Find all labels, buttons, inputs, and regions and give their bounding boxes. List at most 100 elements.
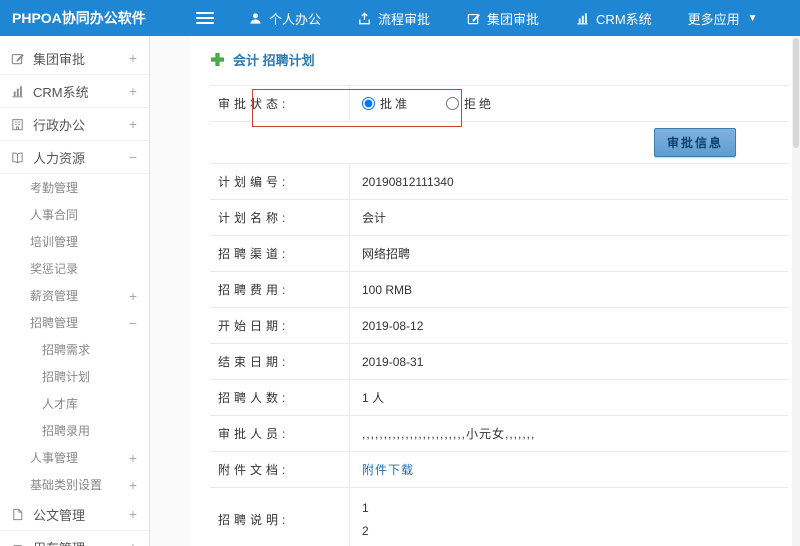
field-row-recruit-cost: 招聘费用: 100 RMB [210, 272, 788, 308]
expand-icon: + [128, 506, 137, 522]
field-row-end-date: 结束日期: 2019-08-31 [210, 344, 788, 380]
expand-icon: − [128, 314, 137, 331]
button-row: 审批信息 [210, 122, 788, 164]
nav-label: CRM系统 [596, 11, 652, 27]
expand-icon: + [128, 449, 137, 466]
edit-icon [466, 11, 481, 26]
nav-item-workflow-approval[interactable]: 流程审批 [357, 9, 430, 28]
expand-icon: + [128, 83, 137, 99]
sidebar-item-contracts[interactable]: 人事合同 [0, 201, 149, 228]
nav-item-personal-office[interactable]: 个人办公 [248, 9, 321, 28]
sidebar-item-base-categories[interactable]: 基础类别设置 + [0, 471, 149, 498]
top-navigation: 个人办公 流程审批 集团审批 CRM系统 更多应用 ▼ [248, 9, 758, 28]
sidebar-item-label: 招聘需求 [42, 343, 91, 357]
field-row-headcount: 招聘人数: 1 人 [210, 380, 788, 416]
sidebar-item-label: CRM系统 [33, 84, 89, 100]
field-value: 20190812111340 [362, 174, 454, 189]
field-label: 审批人员: [210, 416, 350, 451]
field-value: ,,,,,,,,,,,,,,,,,,,,,,,,小元女,,,,,,, [362, 427, 536, 441]
expand-icon: + [128, 50, 137, 66]
field-row-start-date: 开始日期: 2019-08-12 [210, 308, 788, 344]
sidebar-item-label: 招聘录用 [42, 424, 91, 438]
sidebar-item-recruit-plan[interactable]: 招聘计划 [0, 363, 149, 390]
sidebar-item-label: 公文管理 [33, 507, 86, 523]
expand-icon: − [128, 149, 137, 165]
menu-icon[interactable] [196, 9, 214, 27]
description-line: 2 [362, 523, 369, 538]
building-icon [10, 117, 25, 132]
radio-option-reject[interactable]: 拒绝 [446, 95, 494, 112]
sidebar-item-label: 考勤管理 [30, 181, 79, 195]
chart-icon [10, 84, 25, 99]
sidebar-item-talent-pool[interactable]: 人才库 [0, 390, 149, 417]
field-value: 会计 [362, 211, 387, 225]
sidebar-item-label: 集团审批 [33, 51, 86, 67]
caret-down-icon: ▼ [747, 12, 758, 24]
vertical-scrollbar[interactable] [792, 36, 800, 546]
sidebar-item-label: 用车管理 [33, 538, 85, 546]
field-value: 100 RMB [362, 282, 413, 297]
reject-radio[interactable] [446, 97, 460, 110]
sidebar-item-label: 奖惩记录 [30, 262, 79, 276]
field-label: 结束日期: [210, 344, 350, 379]
field-label: 计划名称: [210, 200, 350, 235]
edit-icon [10, 51, 25, 66]
sidebar-item-recruit-mgmt[interactable]: 招聘管理 − [0, 309, 149, 336]
field-label: 招聘说明: [210, 488, 350, 546]
approval-radio-group: 批准 拒绝 [362, 95, 494, 112]
sidebar-item-personnel[interactable]: 人事管理 + [0, 444, 149, 471]
main-area: 会计 招聘计划 审批状态: 批准 拒绝 审批信息 计划编号: 201908121… [150, 36, 800, 546]
sidebar-item-admin-office[interactable]: 行政办公 + [0, 108, 149, 141]
field-label: 开始日期: [210, 308, 350, 343]
doc-icon [10, 507, 25, 522]
sidebar-item-training[interactable]: 培训管理 [0, 228, 149, 255]
sidebar-item-hr[interactable]: 人力资源 − [0, 141, 149, 174]
content-panel: 会计 招聘计划 审批状态: 批准 拒绝 审批信息 计划编号: 201908121… [190, 36, 800, 546]
sidebar-item-label: 薪资管理 [30, 289, 79, 303]
sidebar: 集团审批 + CRM系统 + 行政办公 + 人力资源 − 考勤管理 人事合同 培… [0, 36, 150, 546]
field-value: 网络招聘 [362, 247, 411, 261]
field-label: 招聘费用: [210, 272, 350, 307]
field-value: 1 2 [350, 488, 788, 546]
sidebar-item-label: 培训管理 [30, 235, 79, 249]
attachment-download-link[interactable]: 附件下载 [362, 461, 414, 478]
nav-label: 流程审批 [378, 11, 431, 27]
breadcrumb: 会计 招聘计划 [210, 50, 788, 69]
add-plus-icon[interactable] [210, 52, 225, 67]
sidebar-item-salary[interactable]: 薪资管理 + [0, 282, 149, 309]
sidebar-item-rewards[interactable]: 奖惩记录 [0, 255, 149, 282]
scrollbar-thumb[interactable] [793, 38, 799, 148]
radio-option-approve[interactable]: 批准 [362, 95, 410, 112]
sidebar-item-crm[interactable]: CRM系统 + [0, 75, 149, 108]
field-row-approvers: 审批人员: ,,,,,,,,,,,,,,,,,,,,,,,,小元女,,,,,,, [210, 416, 788, 452]
recruit-plan-form: 审批状态: 批准 拒绝 审批信息 计划编号: 20190812111340 计划… [210, 85, 788, 546]
topbar: PHPOA协同办公软件 个人办公 流程审批 集团审批 CRM系统 更多应用 ▼ [0, 0, 800, 36]
nav-label: 更多应用 [687, 11, 740, 27]
sidebar-item-recruit-demand[interactable]: 招聘需求 [0, 336, 149, 363]
expand-icon: + [128, 476, 137, 493]
field-label: 计划编号: [210, 164, 350, 199]
field-row-recruit-channel: 招聘渠道: 网络招聘 [210, 236, 788, 272]
description-line: 1 [362, 501, 369, 515]
nav-label: 集团审批 [487, 11, 540, 27]
sidebar-item-group-approval[interactable]: 集团审批 + [0, 42, 149, 75]
approve-radio[interactable] [362, 97, 375, 110]
nav-item-group-approval[interactable]: 集团审批 [466, 9, 539, 28]
nav-item-more-apps[interactable]: 更多应用 ▼ [688, 9, 758, 28]
sidebar-item-label: 招聘管理 [30, 316, 79, 330]
expand-icon: + [128, 287, 137, 304]
page-title: 会计 招聘计划 [233, 53, 315, 68]
field-label: 招聘人数: [210, 380, 350, 415]
radio-label: 批准 [380, 97, 411, 111]
sidebar-item-recruit-hire[interactable]: 招聘录用 [0, 417, 149, 444]
field-value: 1 人 [362, 391, 385, 405]
sidebar-item-vehicles[interactable]: 用车管理 + [0, 531, 149, 546]
sidebar-item-attendance[interactable]: 考勤管理 [0, 174, 149, 201]
sidebar-item-label: 人事管理 [30, 451, 79, 465]
sidebar-item-label: 行政办公 [33, 117, 86, 133]
user-icon [248, 11, 263, 26]
nav-item-crm[interactable]: CRM系统 [575, 9, 652, 28]
sidebar-item-documents[interactable]: 公文管理 + [0, 498, 149, 531]
approval-info-button[interactable]: 审批信息 [653, 128, 736, 157]
field-row-plan-number: 计划编号: 20190812111340 [210, 164, 788, 200]
